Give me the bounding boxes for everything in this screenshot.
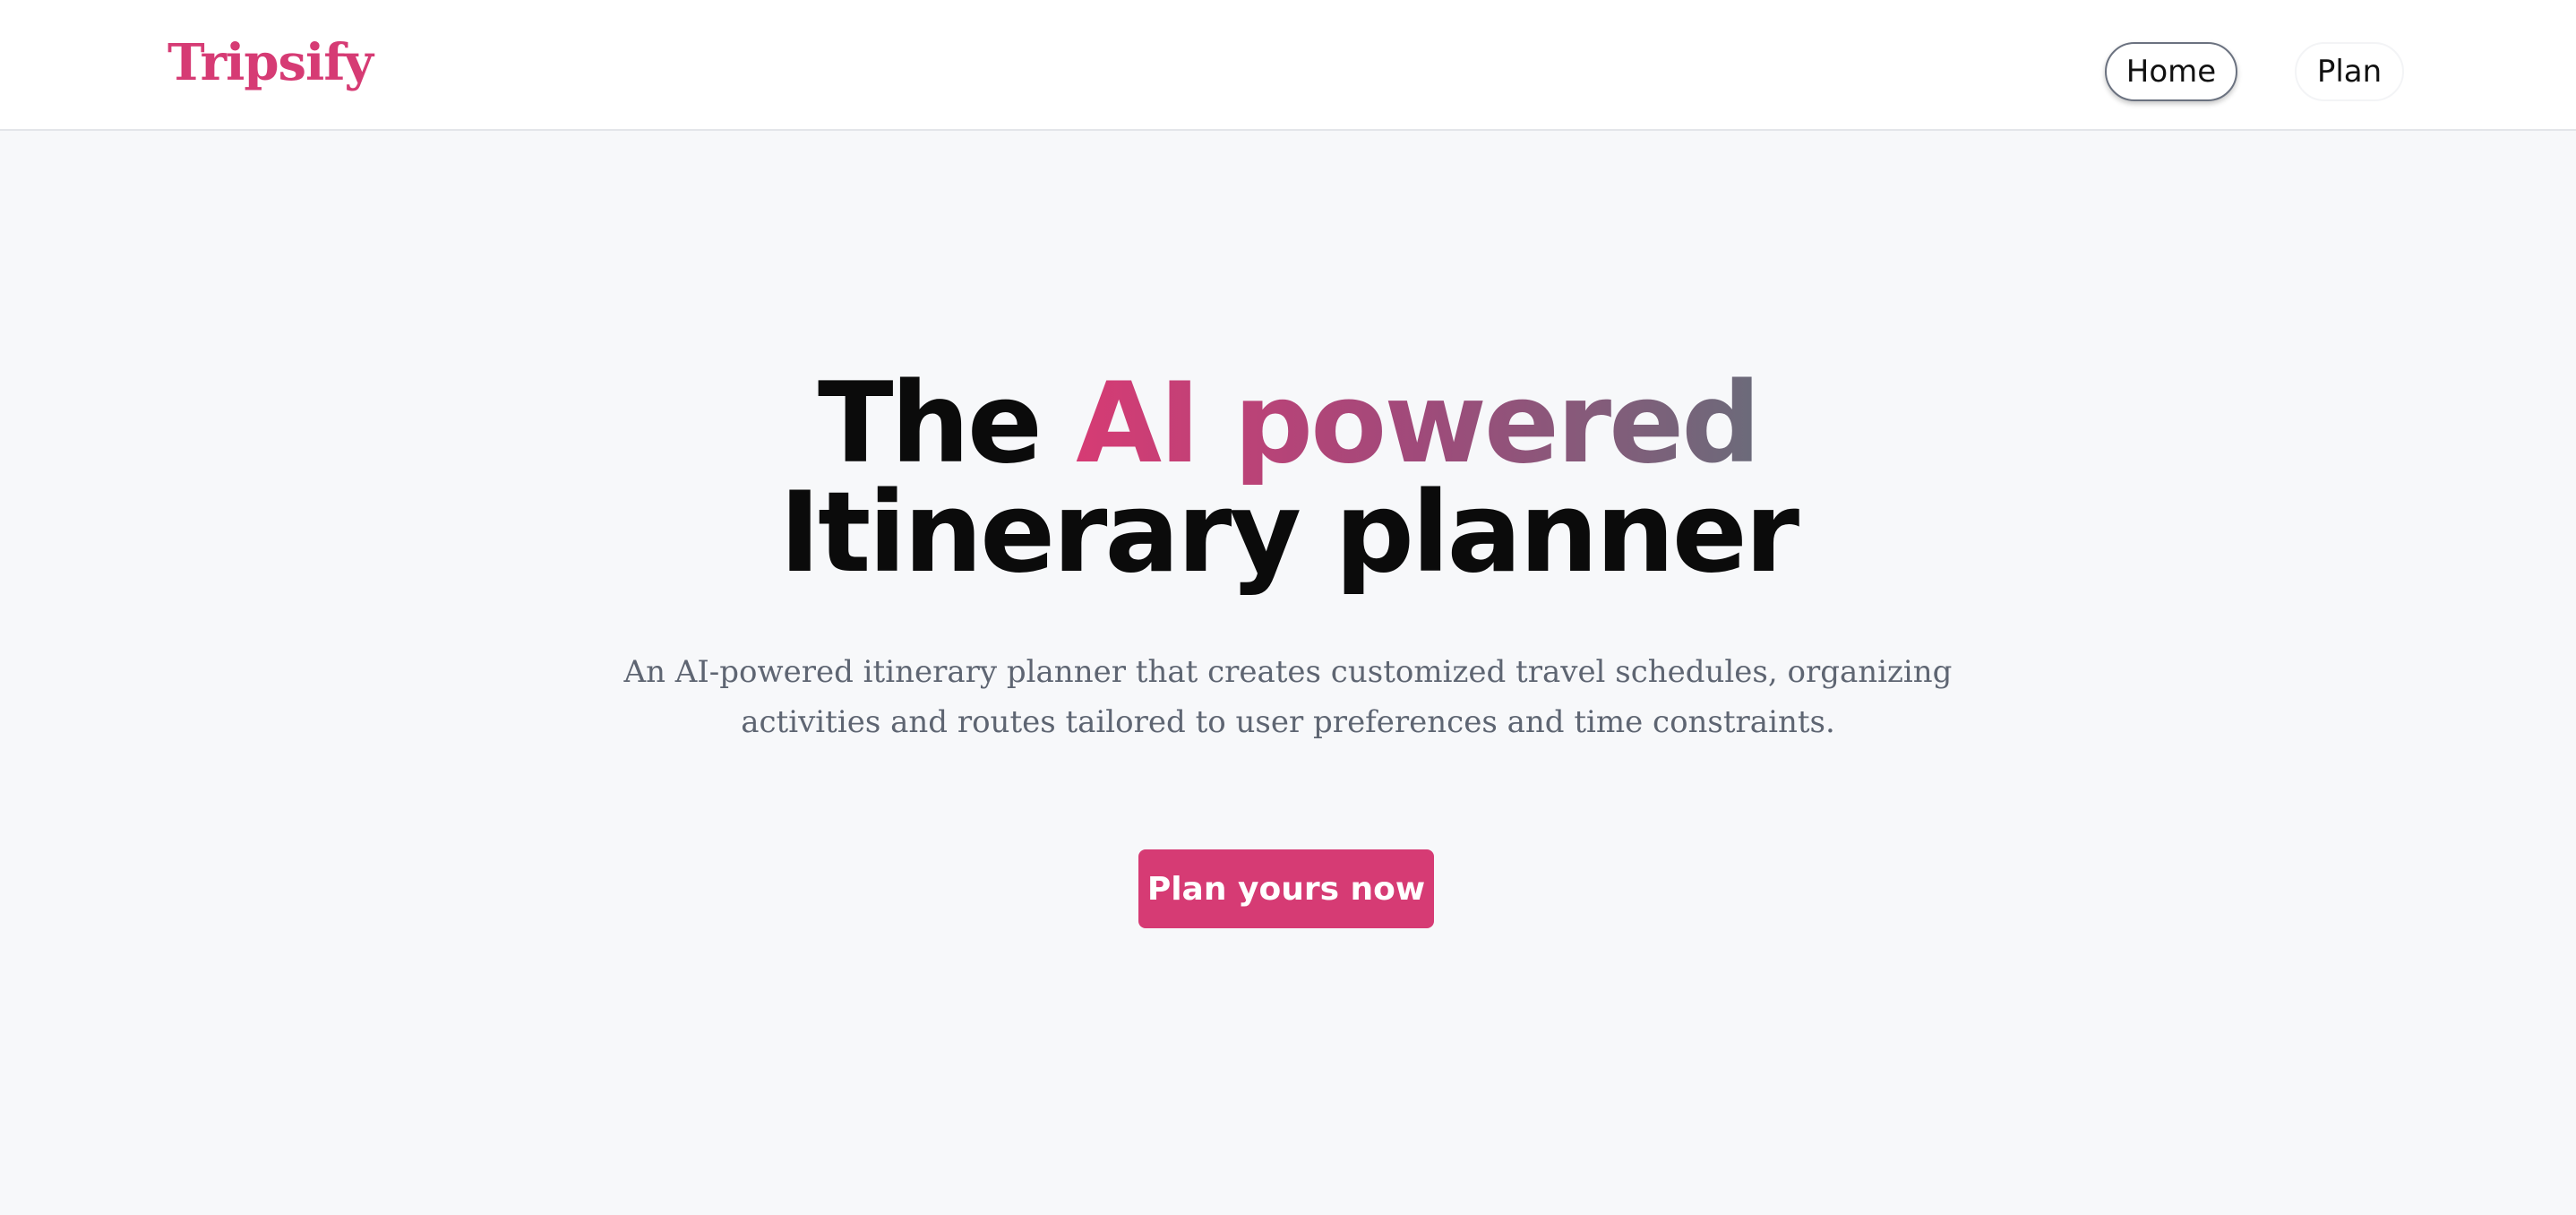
brand-logo[interactable]: Tripsify [167, 27, 374, 99]
nav-home-button[interactable]: Home [2105, 42, 2237, 101]
nav-plan-button[interactable]: Plan [2295, 42, 2404, 101]
top-navbar: Tripsify Home Plan [0, 0, 2576, 131]
plan-now-button[interactable]: Plan yours now [1138, 849, 1434, 928]
hero-headline-line-2: Itinerary planner [778, 469, 1799, 598]
hero-subtitle: An AI-powered itinerary planner that cre… [623, 654, 1953, 740]
hero-headline-line-1: The AI powered [0, 366, 2576, 482]
